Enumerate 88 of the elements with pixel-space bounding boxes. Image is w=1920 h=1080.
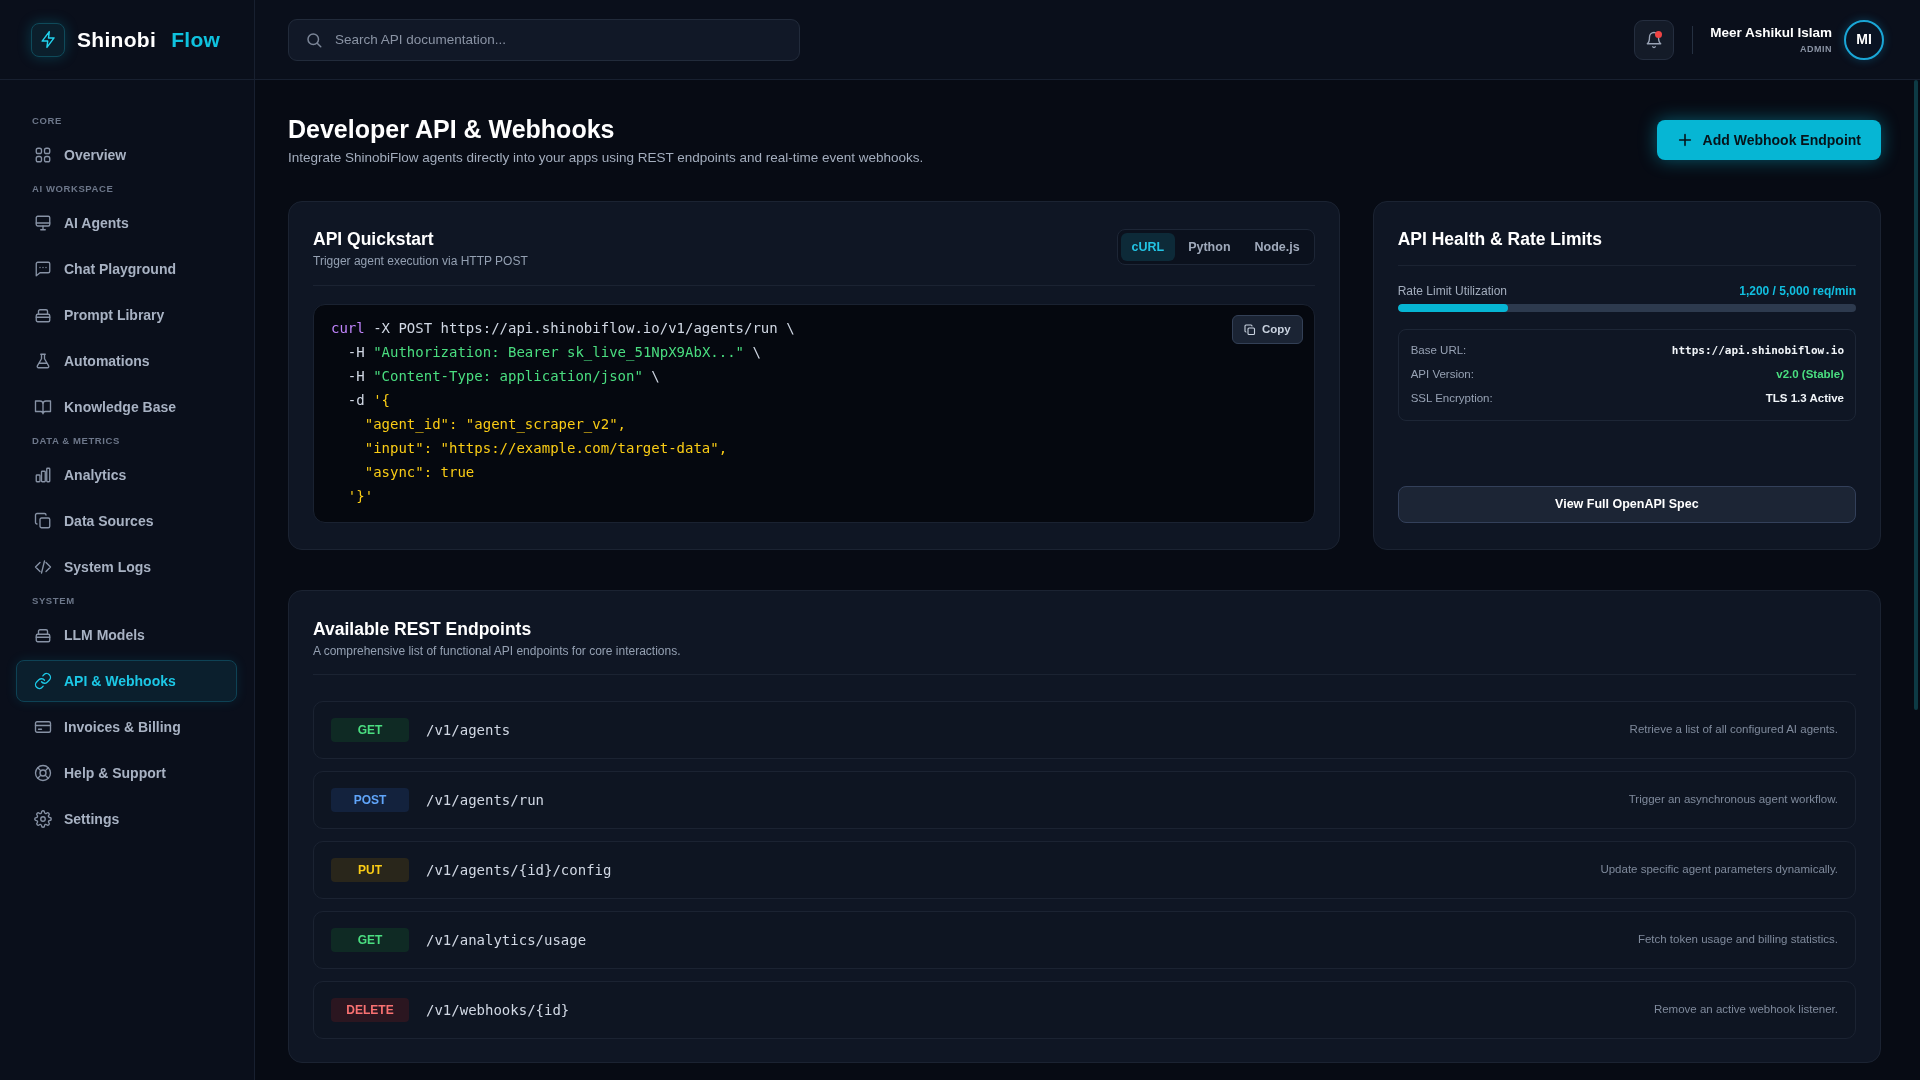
method-badge: GET: [331, 718, 409, 742]
language-tab[interactable]: cURL: [1120, 233, 1176, 261]
card-title: API Quickstart: [313, 228, 435, 250]
sidebar-item[interactable]: Overview: [16, 134, 237, 176]
code-line: "input": "https://example.com/target-data",: [363, 439, 728, 458]
method-badge: POST: [331, 788, 409, 812]
notification-button[interactable]: [1634, 19, 1675, 60]
add-webhook-button[interactable]: Add Webhook Endpoint: [1656, 120, 1881, 160]
endpoint-description: Remove an active webhook listener.: [1653, 1002, 1838, 1018]
card-title: API Health & Rate Limits: [1397, 228, 1603, 250]
sidebar-item[interactable]: LLM Models: [16, 614, 237, 656]
endpoint-path: /v1/agents/{id}/config: [426, 860, 612, 880]
detail-value: v2.0 (Stable): [1776, 367, 1844, 383]
credit-card-icon: [34, 718, 52, 736]
rate-limit-label: Rate Limit Utilization: [1397, 283, 1508, 299]
section-label: CORE: [31, 114, 63, 128]
sidebar-item[interactable]: API & Webhooks: [16, 660, 237, 702]
sidebar-item[interactable]: Analytics: [16, 454, 237, 496]
detail-value: TLS 1.3 Active: [1765, 391, 1844, 407]
code-line: -H "Authorization: Bearer sk_live_51NpX9AbX..." \: [346, 343, 761, 363]
search-icon: [305, 30, 323, 49]
code-line: '}': [346, 487, 374, 506]
card-subtitle: A comprehensive list of functional API endpoints for core interactions.: [313, 643, 682, 659]
bar-chart-icon: [34, 466, 52, 484]
sidebar-item[interactable]: Data Sources: [16, 500, 237, 542]
sidebar-item[interactable]: System Logs: [16, 546, 237, 588]
search-field[interactable]: Search API documentation...: [288, 18, 800, 61]
method-badge: PUT: [331, 858, 409, 882]
sidebar-item[interactable]: Prompt Library: [16, 294, 237, 336]
monitor-icon: [34, 214, 52, 232]
sidebar-item[interactable]: AI Agents: [16, 202, 237, 244]
overlapping-squares-icon: [34, 512, 52, 530]
endpoint-path: /v1/analytics/usage: [426, 930, 587, 950]
section-label: AI WORKSPACE: [31, 182, 115, 196]
code-line: curl -X POST https://api.shinobiflow.io/v1/agents/run \: [331, 319, 795, 338]
sidebar-item[interactable]: Help & Support: [16, 752, 237, 794]
code-line: -d '{: [346, 391, 390, 410]
endpoint-path: /v1/webhooks/{id}: [426, 1000, 570, 1020]
sidebar-item[interactable]: Automations: [16, 340, 237, 382]
bell-icon: [1645, 30, 1664, 49]
copy-icon: [1243, 323, 1256, 336]
code-line: "agent_id": "agent_scraper_v2",: [363, 415, 626, 435]
logo-icon: [31, 22, 65, 57]
flask-icon: [34, 352, 52, 370]
lifebuoy-icon: [34, 764, 52, 782]
link-icon: [34, 672, 52, 690]
section-label: SYSTEM: [31, 594, 76, 608]
user-name: Meer Ashikul Islam: [1710, 25, 1832, 41]
page-subtitle: Integrate ShinobiFlow agents directly into your apps using REST endpoints and real-time event webhooks.: [288, 149, 924, 167]
endpoint-description: Trigger an asynchronous agent workflow.: [1628, 792, 1838, 808]
detail-label: Base URL:: [1410, 343, 1467, 359]
sidebar-item[interactable]: Chat Playground: [16, 248, 237, 290]
method-badge: DELETE: [331, 998, 409, 1022]
plus-icon: [1676, 132, 1693, 148]
card-subtitle: Trigger agent execution via HTTP POST: [313, 253, 528, 269]
endpoint-path: /v1/agents: [426, 720, 511, 740]
section-label: DATA & METRICS: [31, 434, 121, 448]
method-badge: GET: [331, 928, 409, 952]
endpoint-description: Fetch token usage and billing statistics.: [1637, 932, 1838, 948]
endpoint-path: /v1/agents/run: [426, 790, 544, 810]
endpoint-description: Retrieve a list of all configured AI agents.: [1629, 722, 1838, 738]
sidebar-item[interactable]: Settings: [16, 798, 237, 840]
avatar[interactable]: MI: [1844, 19, 1884, 60]
openapi-spec-button[interactable]: View Full OpenAPI Spec: [1397, 486, 1856, 523]
sidebar-item[interactable]: Knowledge Base: [16, 386, 237, 428]
rate-limit-reading: 1,200 / 5,000 req/min: [1739, 283, 1856, 299]
card-title: Available REST Endpoints: [313, 618, 533, 640]
chat-bubble-icon: [34, 260, 52, 278]
tray-icon: [34, 626, 52, 644]
detail-label: API Version:: [1410, 367, 1474, 383]
scrollbar-thumb[interactable]: [1914, 80, 1918, 710]
copy-button[interactable]: Copy: [1231, 315, 1303, 344]
grid-icon: [34, 146, 52, 164]
code-line: -H "Content-Type: application/json" \: [346, 367, 660, 386]
code-line: "async": true: [363, 463, 475, 482]
settings-icon: [34, 810, 52, 828]
page-title: Developer API & Webhooks: [288, 114, 616, 145]
detail-label: SSL Encryption:: [1410, 391, 1493, 407]
sidebar-item[interactable]: Invoices & Billing: [16, 706, 237, 748]
book-icon: [34, 398, 52, 416]
tray-icon: [34, 306, 52, 324]
detail-value: https://api.shinobiflow.io: [1671, 342, 1844, 359]
endpoint-description: Update specific agent parameters dynamically.: [1600, 862, 1838, 878]
code-icon: [34, 558, 52, 576]
user-role: ADMIN: [1799, 43, 1832, 54]
language-tab[interactable]: Node.js: [1243, 233, 1311, 261]
logo-text: Shinobi Flow: [77, 26, 221, 53]
language-tab[interactable]: Python: [1177, 233, 1242, 261]
